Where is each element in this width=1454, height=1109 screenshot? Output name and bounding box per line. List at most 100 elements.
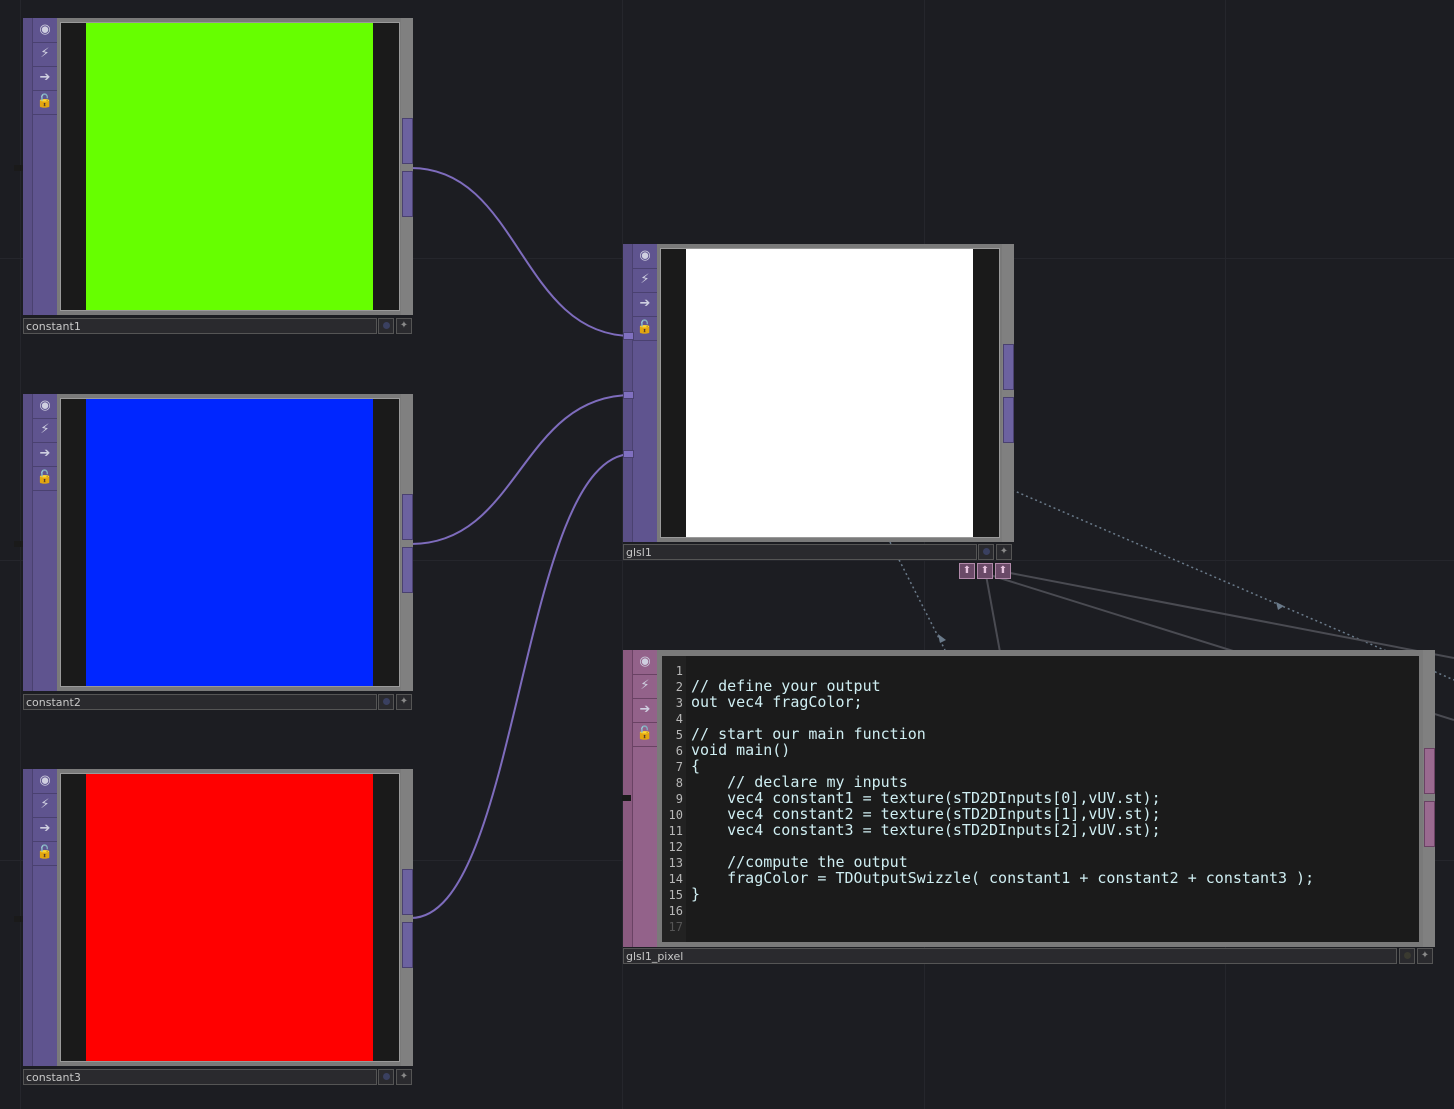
node-frame: ◉ ⚡ ➔ 🔓 [23,394,413,691]
output-connector[interactable] [1424,801,1435,847]
export-icon[interactable]: ➔ [33,66,57,91]
node-frame: ◉ ⚡ ➔ 🔓 [623,244,1014,542]
code-line: 9 vec4 constant1 = texture(sTD2DInputs[0… [675,789,1161,807]
output-connector[interactable] [1424,748,1435,794]
input-port[interactable] [14,916,23,922]
input-port[interactable] [622,795,631,801]
output-connector[interactable] [1003,397,1014,443]
output-connector[interactable] [402,118,413,164]
code-line: 15} [668,885,701,903]
input-connector[interactable] [623,332,634,340]
bypass-icon[interactable]: ⚡ [33,793,57,818]
export-icon[interactable]: ➔ [633,292,657,317]
viewer-flag[interactable] [378,1069,394,1085]
code-line: 7{ [675,757,701,775]
code-line: 1 [675,664,683,678]
bypass-icon[interactable]: ⚡ [633,674,657,699]
output-connector[interactable] [402,869,413,915]
lock-icon[interactable]: 🔓 [633,316,657,341]
view-icon[interactable]: ◉ [33,769,57,794]
pin-up-icon[interactable]: ⬆ [977,563,993,579]
code-line: 12 [668,840,683,854]
node-frame: ◉ ⚡ ➔ 🔓 [23,769,413,1066]
node-frame: ◉ ⚡ ➔ 🔓 [23,18,413,315]
code-line: 4 [675,712,683,726]
input-connector[interactable] [623,450,634,458]
input-port[interactable] [14,541,23,547]
link-line [1004,571,1454,659]
node-viewer[interactable] [660,248,1000,538]
color-swatch [86,23,373,310]
output-connector[interactable] [402,922,413,968]
lock-icon[interactable]: 🔓 [633,722,657,747]
code-line: 5// start our main function [675,725,926,743]
arrow-marker [1276,602,1284,610]
node-glsl1[interactable]: ◉ ⚡ ➔ 🔓 glsl1 ✦ [623,244,1014,562]
export-icon[interactable]: ➔ [33,442,57,467]
node-viewer[interactable] [60,22,400,311]
node-label[interactable]: constant3 [23,1069,377,1085]
display-flag[interactable]: ✦ [396,1069,412,1085]
color-swatch [86,399,373,686]
code-line: 17 [668,920,683,934]
code-line: 14 fragColor = TDOutputSwizzle( constant… [668,869,1315,887]
node-viewer[interactable] [60,398,400,687]
node-constant1[interactable]: ◉ ⚡ ➔ 🔓 constant1 ✦ [14,18,413,334]
node-icon-strip: ◉ ⚡ ➔ 🔓 [632,650,657,947]
export-icon[interactable]: ➔ [33,817,57,842]
input-connector[interactable] [623,391,634,399]
code-line: 11 vec4 constant3 = texture(sTD2DInputs[… [668,821,1161,839]
view-icon[interactable]: ◉ [633,244,657,269]
output-connector[interactable] [402,171,413,217]
lock-icon[interactable]: 🔓 [33,90,57,115]
arrow-marker [938,634,946,643]
node-viewer[interactable] [60,773,400,1062]
color-swatch [686,249,973,537]
code-line: 13 //compute the output [668,853,908,871]
view-icon[interactable]: ◉ [633,650,657,675]
node-label[interactable]: constant1 [23,318,377,334]
display-flag[interactable]: ✦ [396,694,412,710]
node-label[interactable]: constant2 [23,694,377,710]
viewer-flag[interactable] [978,544,994,560]
bypass-icon[interactable]: ⚡ [33,42,57,67]
lock-icon[interactable]: 🔓 [33,841,57,866]
input-port[interactable] [14,165,23,171]
node-icon-strip: ◉ ⚡ ➔ 🔓 [632,244,657,542]
viewer-flag[interactable] [378,318,394,334]
node-label[interactable]: glsl1 [623,544,977,560]
color-swatch [86,774,373,1061]
code-line: 3 out vec4 fragColor; [675,693,863,711]
lock-icon[interactable]: 🔓 [33,466,57,491]
export-icon[interactable]: ➔ [633,698,657,723]
code-line: 8 // declare my inputs [675,773,908,791]
node-rightbar [401,18,413,315]
pin-up-icon[interactable]: ⬆ [959,563,975,579]
node-constant2[interactable]: ◉ ⚡ ➔ 🔓 constant2 ✦ [14,394,413,710]
display-flag[interactable]: ✦ [1417,948,1433,964]
output-connector[interactable] [402,547,413,593]
view-icon[interactable]: ◉ [33,394,57,419]
node-constant3[interactable]: ◉ ⚡ ➔ 🔓 constant3 ✦ [14,769,413,1085]
link-line [985,574,1001,653]
node-icon-strip: ◉ ⚡ ➔ 🔓 [32,18,57,315]
bypass-icon[interactable]: ⚡ [33,418,57,443]
bypass-icon[interactable]: ⚡ [633,268,657,293]
output-connector[interactable] [402,494,413,540]
viewer-flag[interactable] [1399,948,1415,964]
pin-up-icon[interactable]: ⬆ [995,563,1011,579]
node-icon-strip: ◉ ⚡ ➔ 🔓 [32,394,57,691]
wire-constant3-glsl1 [410,453,633,919]
viewer-flag[interactable] [378,694,394,710]
node-rightbar [1002,244,1014,542]
display-flag[interactable]: ✦ [396,318,412,334]
output-connector[interactable] [1003,344,1014,390]
code-editor[interactable]: 1 2// define your output 3 out vec4 fragC… [662,656,1419,942]
node-label[interactable]: glsl1_pixel [623,948,1397,964]
code-line: 10 vec4 constant2 = texture(sTD2DInputs[… [668,805,1161,823]
view-icon[interactable]: ◉ [33,18,57,43]
display-flag[interactable]: ✦ [996,544,1012,560]
node-rightbar [401,769,413,1066]
code-line: 2// define your output [675,677,881,695]
node-rightbar [401,394,413,691]
